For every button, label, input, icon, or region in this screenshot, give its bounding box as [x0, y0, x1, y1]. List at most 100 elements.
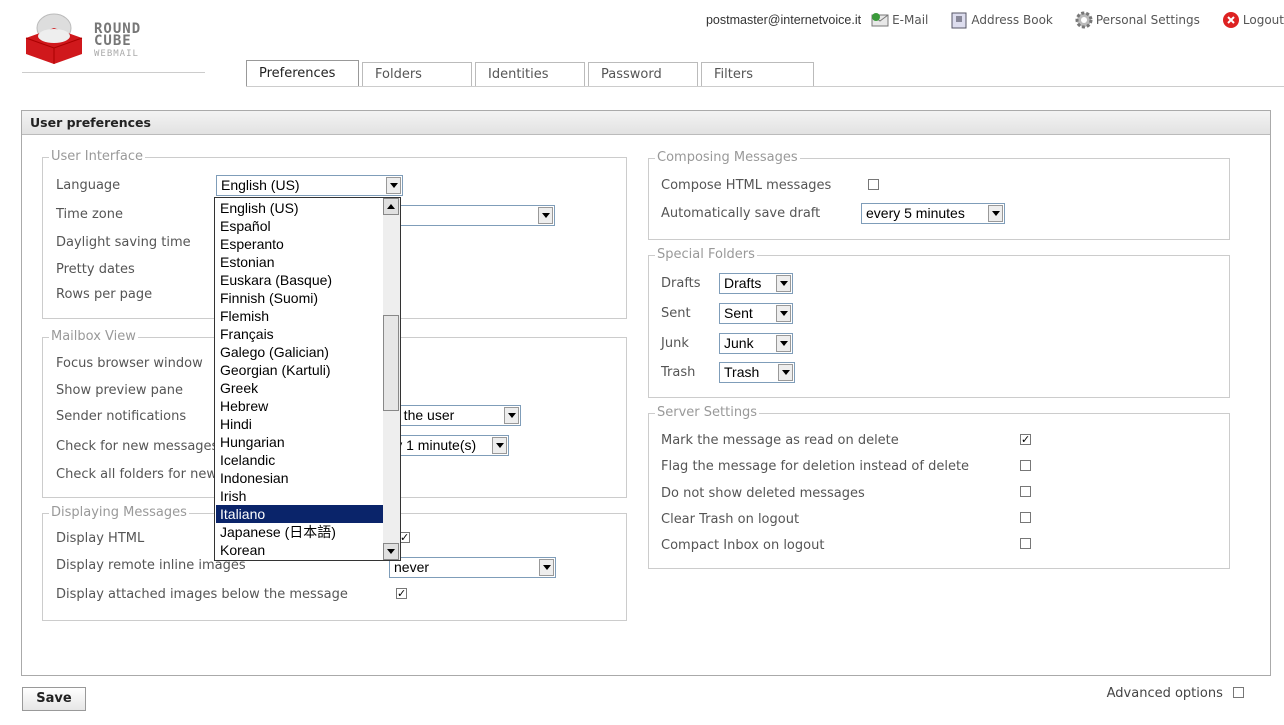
advanced-options[interactable]: Advanced options	[1107, 686, 1244, 701]
flag-deletion-checkbox[interactable]	[1020, 460, 1031, 471]
chevron-down-icon	[776, 335, 791, 352]
language-option[interactable]: Flemish	[216, 307, 383, 325]
user-interface-legend: User Interface	[49, 149, 145, 164]
address-book-link[interactable]: Address Book	[950, 11, 1053, 29]
tab-folders[interactable]: Folders	[362, 62, 472, 86]
flag-deletion-label: Flag the message for deletion instead of…	[661, 459, 970, 474]
language-option[interactable]: Japanese (日本語)	[216, 523, 383, 541]
chevron-down-icon	[492, 437, 507, 454]
logout-link-label: Logout	[1242, 13, 1284, 27]
timezone-label: Time zone	[56, 207, 123, 222]
chevron-down-icon	[778, 364, 793, 381]
language-dropdown-list[interactable]: English (US) Español Esperanto Estonian Eusk…	[214, 197, 401, 561]
language-option[interactable]: Español	[216, 217, 383, 235]
rows-per-page-label: Rows per page	[56, 287, 153, 302]
language-option[interactable]: Georgian (Kartuli)	[216, 361, 383, 379]
clear-trash-label: Clear Trash on logout	[661, 512, 800, 527]
logout-link[interactable]: Logout	[1222, 11, 1284, 29]
chevron-down-icon	[776, 305, 791, 322]
drafts-folder-value: Drafts	[724, 275, 762, 291]
sent-folder-value: Sent	[724, 305, 753, 321]
language-option[interactable]: Icelandic	[216, 451, 383, 469]
language-select[interactable]: English (US)	[216, 175, 403, 196]
composing-messages-legend: Composing Messages	[655, 150, 800, 165]
language-option[interactable]: Français	[216, 325, 383, 343]
sender-notifications-label: Sender notifications	[56, 409, 187, 424]
clear-trash-checkbox[interactable]	[1020, 512, 1031, 523]
special-folders-legend: Special Folders	[655, 247, 757, 262]
personal-settings-link[interactable]: Personal Settings	[1075, 11, 1200, 29]
trash-folder-select[interactable]: Trash	[719, 362, 795, 383]
logo-cube-icon	[25, 13, 83, 64]
language-option[interactable]: Euskara (Basque)	[216, 271, 383, 289]
drafts-folder-select[interactable]: Drafts	[719, 273, 793, 294]
username: postmaster@internetvoice.it	[705, 13, 862, 27]
dst-label: Daylight saving time	[56, 235, 191, 250]
save-draft-select[interactable]: every 5 minutes	[861, 203, 1005, 224]
tab-underline	[246, 86, 1284, 87]
chevron-down-icon	[988, 205, 1003, 222]
dropdown-scrollbar[interactable]	[383, 198, 400, 560]
chevron-down-icon	[386, 177, 401, 194]
logo-text-webmail: WEBMAIL	[94, 49, 139, 59]
tab-preferences[interactable]: Preferences	[246, 60, 359, 86]
save-draft-value: every 5 minutes	[866, 205, 965, 221]
tab-identities[interactable]: Identities	[475, 62, 585, 86]
mark-read-label: Mark the message as read on delete	[661, 433, 899, 448]
address-book-link-label: Address Book	[971, 13, 1053, 27]
settings-tabs: Preferences Folders Identities Password …	[246, 60, 817, 87]
language-option[interactable]: Galego (Galician)	[216, 343, 383, 361]
preferences-panel: User preferences User Interface Language…	[21, 110, 1271, 676]
tab-filters[interactable]: Filters	[701, 62, 814, 86]
timezone-select[interactable]	[388, 205, 555, 226]
save-button[interactable]: Save	[22, 687, 86, 711]
chevron-down-icon	[504, 407, 519, 424]
compose-html-label: Compose HTML messages	[661, 178, 832, 193]
junk-folder-value: Junk	[724, 335, 754, 351]
language-option[interactable]: Estonian	[216, 253, 383, 271]
language-option[interactable]: English (US)	[216, 199, 383, 217]
composing-messages-section: Composing Messages Compose HTML messages…	[648, 150, 1230, 240]
trash-folder-value: Trash	[724, 364, 760, 380]
drafts-label: Drafts	[661, 276, 701, 291]
compose-html-checkbox[interactable]	[868, 179, 879, 190]
language-option[interactable]: Italiano	[216, 505, 383, 523]
language-option[interactable]: Hebrew	[216, 397, 383, 415]
top-navigation: postmaster@internetvoice.it E-Mail Addre…	[706, 0, 1284, 40]
attached-images-label: Display attached images below the messag…	[56, 587, 348, 602]
language-option[interactable]: Korean	[216, 541, 383, 559]
email-link-label: E-Mail	[892, 13, 929, 27]
gear-icon	[1075, 11, 1093, 29]
logo-text-cube: CUBE	[94, 33, 132, 49]
attached-images-checkbox[interactable]: ✓	[396, 588, 407, 599]
language-option[interactable]: Finnish (Suomi)	[216, 289, 383, 307]
email-link[interactable]: E-Mail	[871, 11, 928, 29]
scroll-up-icon[interactable]	[383, 198, 399, 215]
advanced-options-checkbox[interactable]	[1233, 687, 1244, 698]
mark-read-checkbox[interactable]: ✓	[1020, 434, 1031, 445]
compact-inbox-checkbox[interactable]	[1020, 538, 1031, 549]
check-new-messages-label: Check for new messages	[56, 439, 219, 454]
tab-password[interactable]: Password	[588, 62, 698, 86]
preview-pane-label: Show preview pane	[56, 383, 184, 398]
chevron-down-icon	[539, 559, 554, 576]
compact-inbox-label: Compact Inbox on logout	[661, 538, 825, 553]
hide-deleted-checkbox[interactable]	[1020, 486, 1031, 497]
remote-images-select[interactable]: never	[389, 557, 556, 578]
language-option[interactable]: Hungarian	[216, 433, 383, 451]
junk-folder-select[interactable]: Junk	[719, 333, 793, 354]
panel-title: User preferences	[22, 111, 1270, 135]
hide-deleted-label: Do not show deleted messages	[661, 486, 865, 501]
chevron-down-icon	[776, 275, 791, 292]
sent-folder-select[interactable]: Sent	[719, 303, 793, 324]
mail-icon	[871, 11, 889, 29]
language-option[interactable]: Irish	[216, 487, 383, 505]
language-option[interactable]: Indonesian	[216, 469, 383, 487]
language-option[interactable]: Hindi	[216, 415, 383, 433]
language-option[interactable]: Esperanto	[216, 235, 383, 253]
scrollbar-thumb[interactable]	[383, 315, 399, 411]
language-label: Language	[56, 178, 121, 193]
scroll-down-icon[interactable]	[383, 543, 399, 560]
personal-settings-link-label: Personal Settings	[1095, 13, 1200, 27]
language-option[interactable]: Greek	[216, 379, 383, 397]
